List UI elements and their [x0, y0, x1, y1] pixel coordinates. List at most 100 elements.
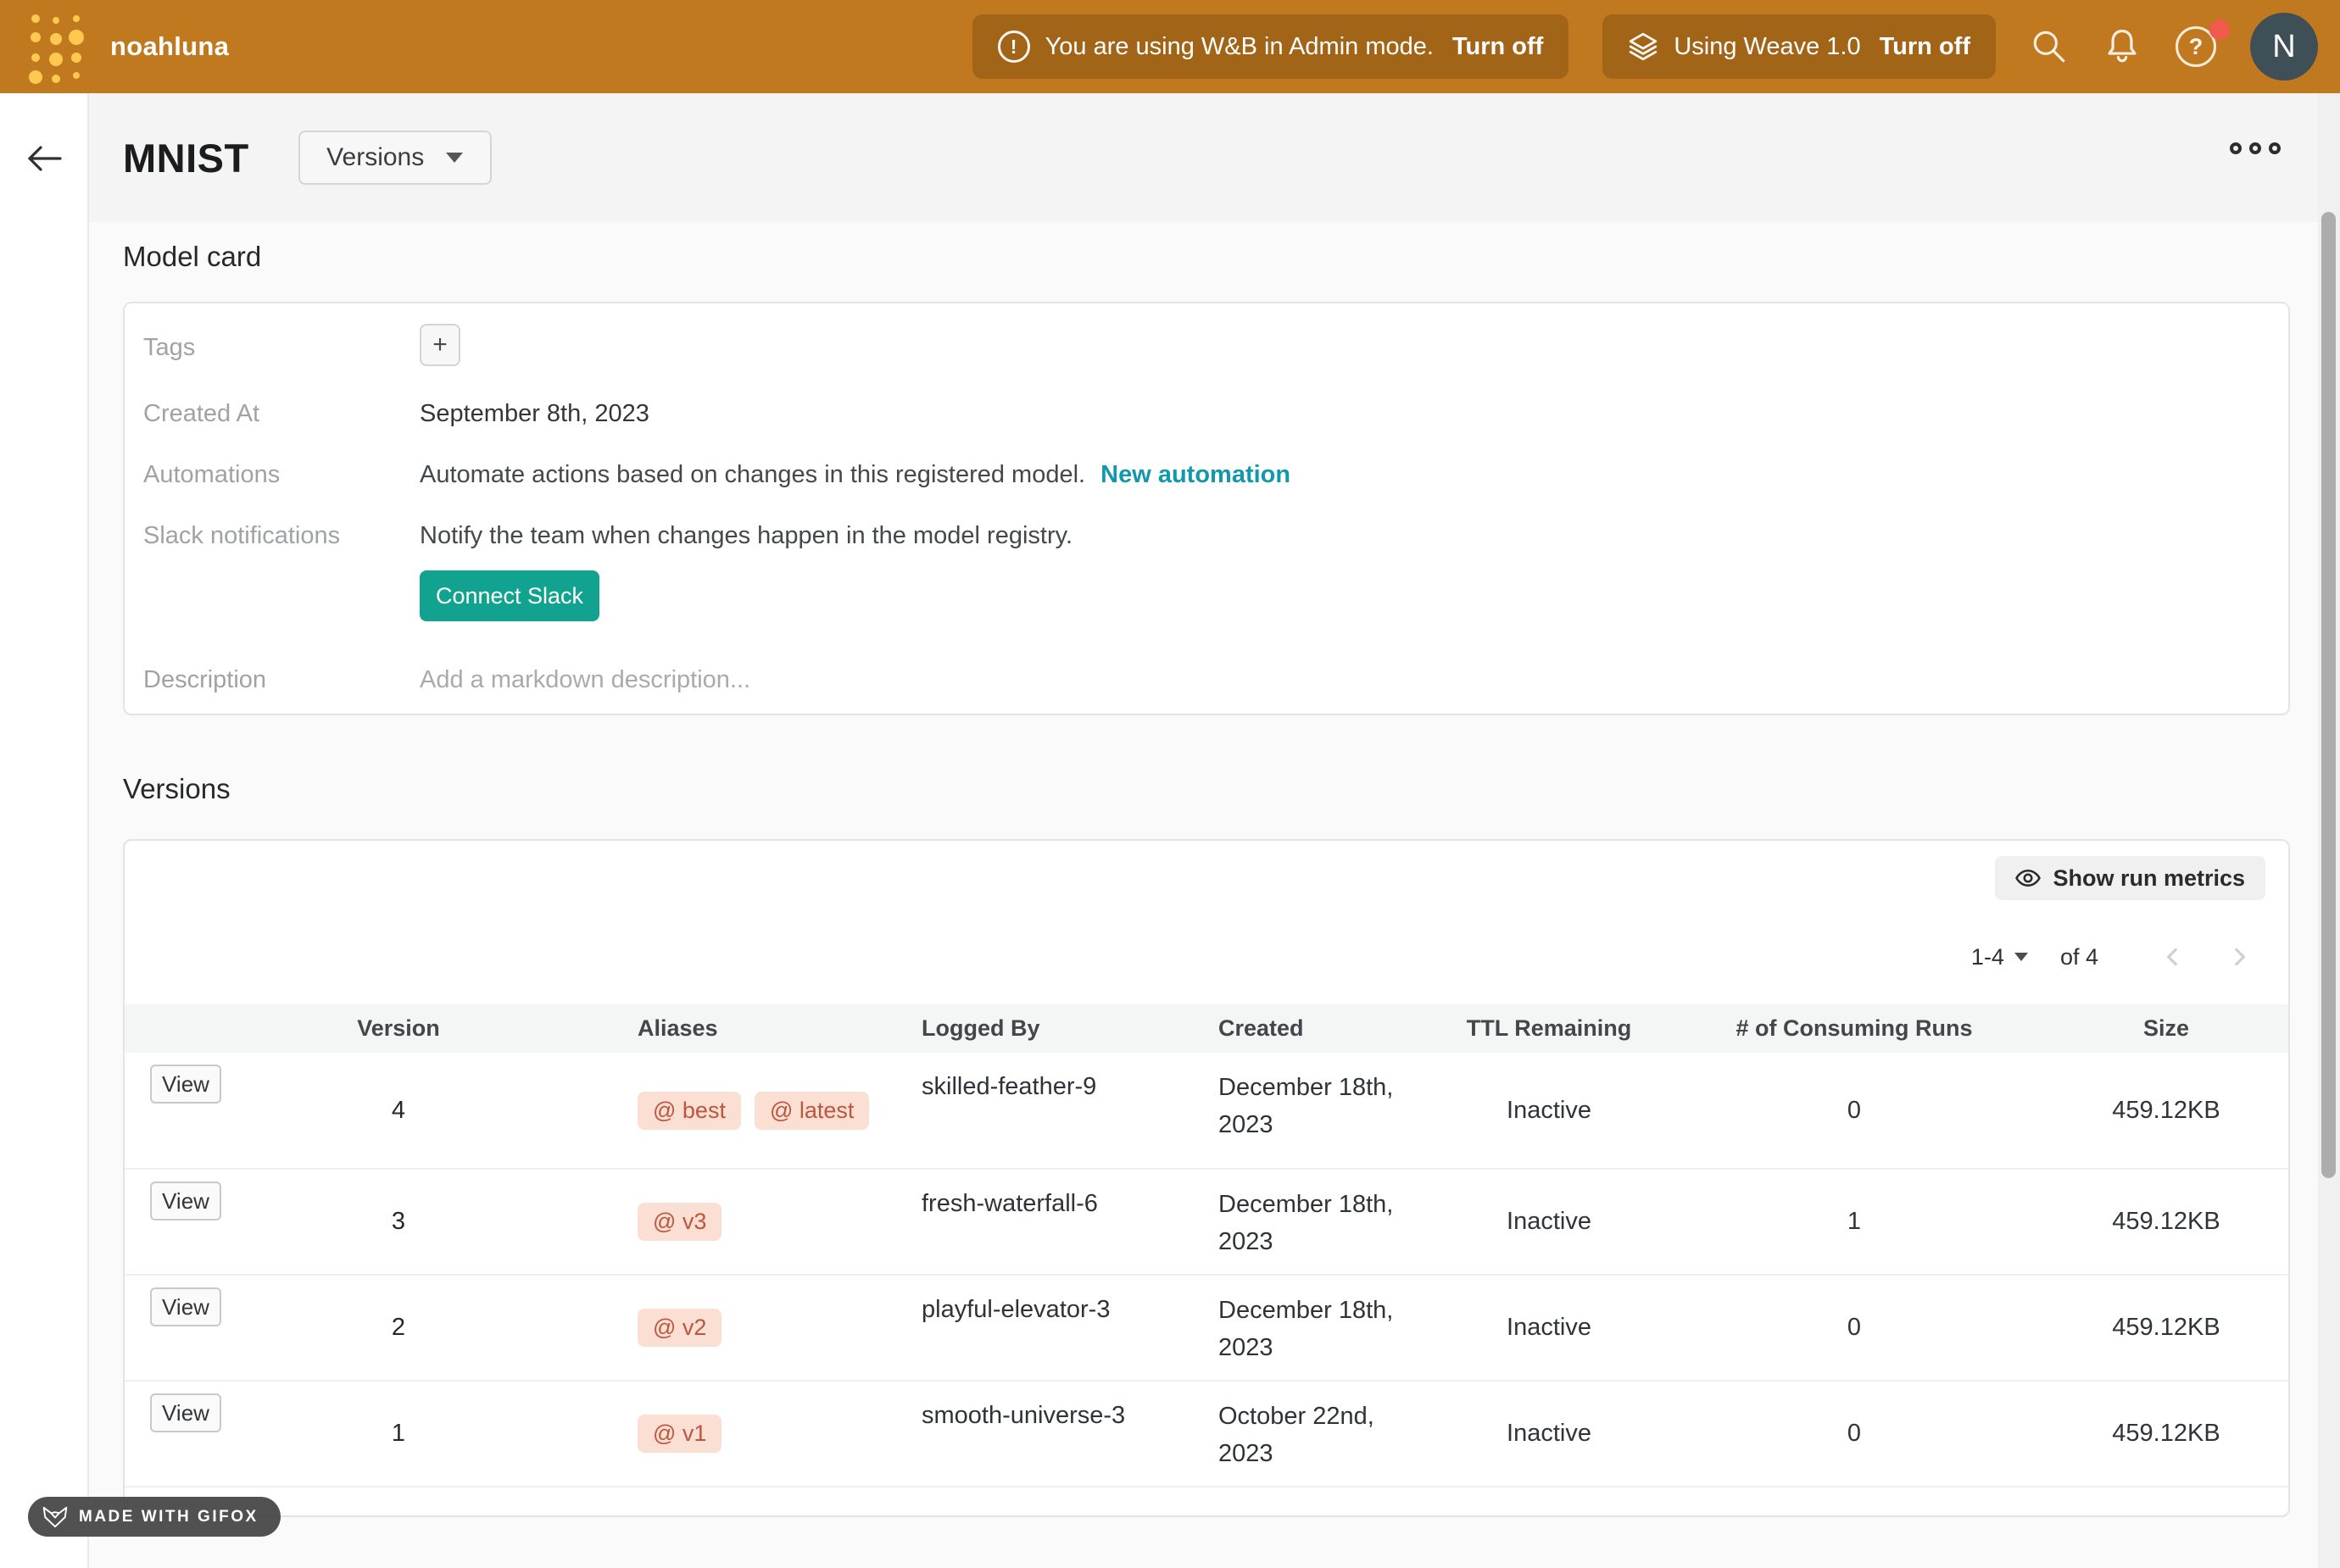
ttl-cell: Inactive	[1430, 1097, 1668, 1125]
table-header-row: Version Aliases Logged By Created TTL Re…	[125, 1004, 2288, 1053]
weave-turn-off-link[interactable]: Turn off	[1880, 33, 1970, 61]
admin-turn-off-link[interactable]: Turn off	[1452, 33, 1543, 61]
size-cell: 459.12KB	[2041, 1097, 2290, 1125]
consuming-runs-cell: 0	[1668, 1097, 2041, 1125]
chevron-down-icon	[446, 153, 463, 163]
topbar: noahluna ! You are using W&B in Admin mo…	[0, 0, 2340, 93]
model-card-section-title: Model card	[123, 241, 261, 273]
caret-down-icon	[2014, 953, 2028, 961]
column-header-version: Version	[274, 1015, 523, 1042]
page-header: MNIST Versions	[89, 93, 2340, 222]
logged-by-cell: playful-elevator-3	[922, 1276, 1218, 1380]
chevron-left-icon	[2161, 945, 2185, 969]
view-version-button[interactable]: View	[150, 1287, 221, 1326]
consuming-runs-cell: 0	[1668, 1314, 2041, 1342]
slack-notifications-label: Slack notifications	[143, 512, 420, 550]
weave-banner: Using Weave 1.0 Turn off	[1602, 14, 1996, 79]
bell-icon	[2103, 27, 2142, 66]
gifox-watermark-text: MADE WITH GIFOX	[79, 1508, 259, 1526]
consuming-runs-cell: 0	[1668, 1420, 2041, 1448]
created-cell: December 18th, 2023	[1218, 1053, 1430, 1168]
add-tag-button[interactable]: +	[420, 324, 460, 366]
created-cell: December 18th, 2023	[1218, 1276, 1430, 1380]
notifications-button[interactable]	[2103, 27, 2142, 66]
column-header-size: Size	[2041, 1015, 2290, 1042]
ttl-cell: Inactive	[1430, 1314, 1668, 1342]
created-at-row: Created At September 8th, 2023	[143, 390, 2288, 451]
column-header-aliases: Aliases	[523, 1015, 922, 1042]
description-label: Description	[143, 656, 420, 694]
search-button[interactable]	[2030, 27, 2069, 66]
layers-icon	[1628, 31, 1658, 62]
automations-label: Automations	[143, 451, 420, 489]
back-button[interactable]	[22, 136, 68, 181]
new-automation-link[interactable]: New automation	[1100, 461, 1290, 488]
alias-badge: @ best	[638, 1092, 741, 1130]
column-header-logged-by: Logged By	[922, 1015, 1218, 1042]
avatar[interactable]: N	[2250, 13, 2318, 81]
page-total-label: of 4	[2060, 944, 2098, 970]
arrow-left-icon	[26, 144, 64, 173]
admin-mode-text: You are using W&B in Admin mode.	[1045, 33, 1434, 61]
size-cell: 459.12KB	[2041, 1208, 2290, 1236]
page-title: MNIST	[123, 135, 249, 181]
slack-row: Slack notifications Notify the team when…	[143, 512, 2288, 656]
admin-mode-banner: ! You are using W&B in Admin mode. Turn …	[972, 14, 1569, 79]
automations-row: Automations Automate actions based on ch…	[143, 451, 2288, 512]
created-at-label: Created At	[143, 390, 420, 428]
versions-dropdown[interactable]: Versions	[298, 131, 492, 185]
view-version-button[interactable]: View	[150, 1065, 221, 1104]
table-body: View 4 @ best @ latest skilled-feather-9…	[125, 1053, 2288, 1487]
view-version-button[interactable]: View	[150, 1182, 221, 1220]
alias-badge: @ v3	[638, 1203, 722, 1241]
table-row: View 1 @ v1 smooth-universe-3 October 22…	[125, 1382, 2288, 1487]
wandb-dots-logo-glyph	[25, 8, 86, 85]
help-glyph: ?	[2189, 34, 2204, 60]
ellipsis-icon	[2230, 142, 2242, 154]
alias-badge: @ v2	[638, 1309, 722, 1347]
weave-text: Using Weave 1.0	[1674, 33, 1860, 61]
connect-slack-button[interactable]: Connect Slack	[420, 570, 599, 621]
topbar-actions: ! You are using W&B in Admin mode. Turn …	[972, 13, 2318, 81]
tags-label: Tags	[143, 324, 420, 362]
show-run-metrics-button[interactable]: Show run metrics	[1995, 856, 2265, 900]
scrollbar-thumb[interactable]	[2321, 212, 2336, 1178]
entity-name: noahluna	[110, 31, 229, 62]
slack-text: Notify the team when changes happen in t…	[420, 522, 1072, 549]
column-header-created: Created	[1218, 1015, 1430, 1042]
description-editor[interactable]: Add a markdown description...	[420, 656, 750, 694]
table-row: View 4 @ best @ latest skilled-feather-9…	[125, 1053, 2288, 1170]
size-cell: 459.12KB	[2041, 1420, 2290, 1448]
chevron-right-icon	[2227, 945, 2251, 969]
eye-icon	[2015, 865, 2041, 891]
wandb-dots-logo-icon[interactable]	[25, 8, 86, 85]
version-cell: 2	[274, 1314, 523, 1342]
version-cell: 4	[274, 1097, 523, 1125]
logged-by-cell: skilled-feather-9	[922, 1053, 1218, 1168]
logged-by-cell: smooth-universe-3	[922, 1382, 1218, 1486]
alias-badge: @ latest	[755, 1092, 869, 1130]
search-icon	[2030, 27, 2069, 66]
pagination-prev-button[interactable]	[2161, 945, 2185, 969]
pagination-next-button[interactable]	[2227, 945, 2251, 969]
ellipsis-icon	[2249, 142, 2261, 154]
page-range-dropdown[interactable]: 1-4	[1971, 944, 2028, 970]
gifox-watermark: MADE WITH GIFOX	[28, 1497, 281, 1537]
table-row: View 3 @ v3 fresh-waterfall-6 December 1…	[125, 1170, 2288, 1276]
version-cell: 3	[274, 1208, 523, 1236]
size-cell: 459.12KB	[2041, 1314, 2290, 1342]
alert-icon: !	[998, 31, 1030, 63]
column-header-consuming-runs: # of Consuming Runs	[1668, 1015, 2041, 1042]
logged-by-cell: fresh-waterfall-6	[922, 1170, 1218, 1274]
table-row: View 2 @ v2 playful-elevator-3 December …	[125, 1276, 2288, 1382]
show-run-metrics-label: Show run metrics	[2053, 865, 2245, 892]
view-version-button[interactable]: View	[150, 1393, 221, 1432]
versions-panel: Show run metrics 1-4 of 4 Version Al	[123, 839, 2290, 1517]
fox-icon	[42, 1505, 69, 1529]
description-row: Description Add a markdown description..…	[143, 656, 2288, 694]
help-button[interactable]: ?	[2176, 26, 2216, 67]
tags-row: Tags +	[143, 324, 2288, 390]
overflow-menu-button[interactable]	[2230, 142, 2281, 154]
ttl-cell: Inactive	[1430, 1420, 1668, 1448]
alert-glyph: !	[1011, 36, 1017, 58]
